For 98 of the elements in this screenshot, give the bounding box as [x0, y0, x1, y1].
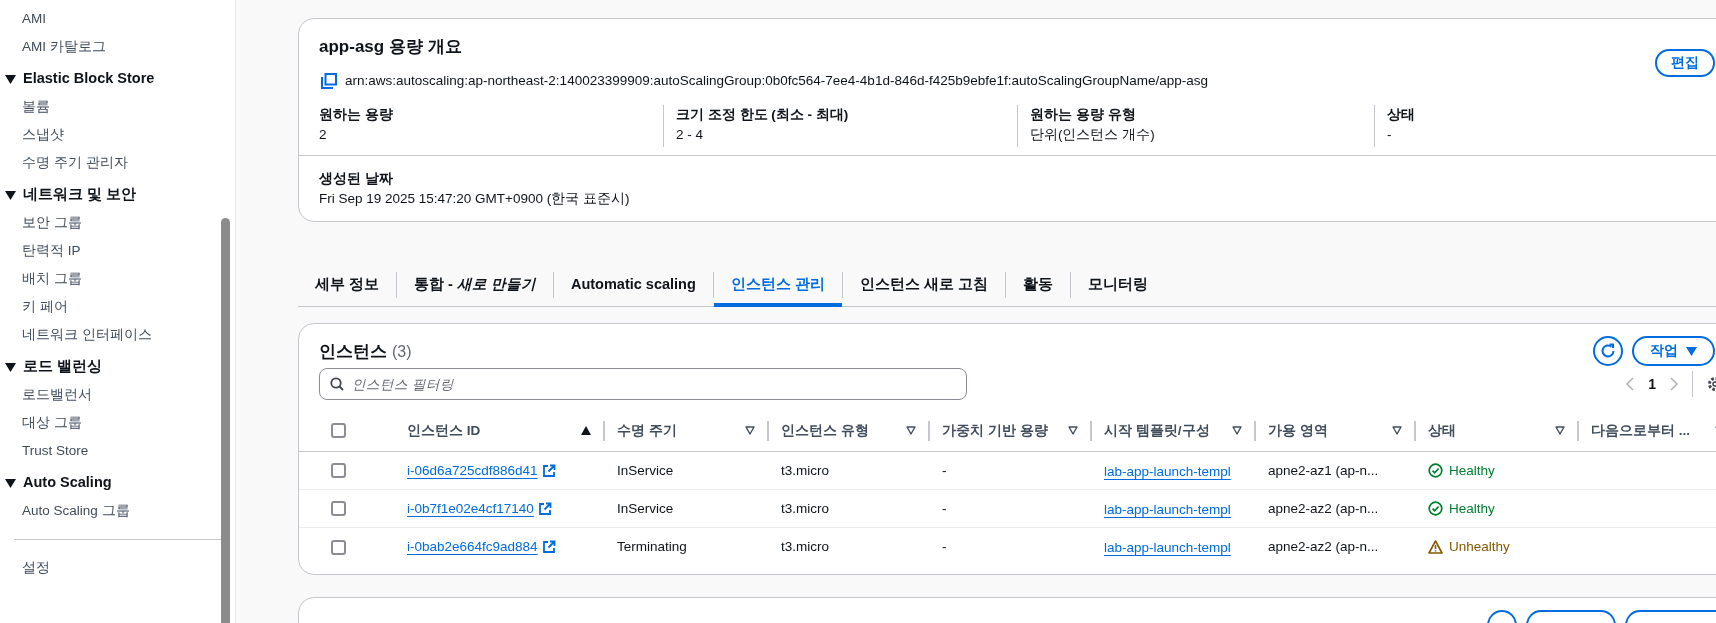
warning-icon [1428, 540, 1443, 555]
table-cell-text: apne2-az2 (ap-n... [1267, 499, 1380, 518]
item-count: (3) [392, 341, 412, 362]
check-circle-icon [1428, 463, 1443, 479]
instance-link[interactable]: i-06d6a725cdf886d41 [407, 460, 538, 481]
nav-link[interactable]: 키 페어 [0, 293, 235, 321]
card-title: app-asg 용량 개요 [319, 36, 462, 58]
search-icon [330, 377, 344, 392]
status-text: Unhealthy [1449, 538, 1510, 557]
field-value: Fri Sep 19 2025 15:47:20 GMT+0900 (한국 표준시) [319, 190, 631, 209]
sort-icon [1555, 426, 1565, 436]
checkbox[interactable] [331, 539, 346, 555]
table-cell-text: - [941, 461, 948, 480]
previous-page-icon [1626, 377, 1635, 392]
nav-link[interactable]: Trust Store [0, 437, 235, 465]
nav-link[interactable]: AMI [0, 5, 235, 33]
scrollbar-thumb[interactable] [221, 218, 230, 623]
table-cell-text: apne2-az2 (ap-n... [1267, 538, 1380, 557]
next-page-icon [1670, 377, 1678, 392]
column-header[interactable]: 인스턴스 ID [407, 420, 481, 441]
actions-button[interactable]: 작업 [1632, 336, 1715, 367]
tab[interactable]: 세부 정보 [298, 263, 397, 307]
field-value: 2 [319, 126, 328, 145]
column-header[interactable]: 수명 주기 [617, 420, 677, 441]
template-link[interactable]: lab-app-launch-templ [1104, 463, 1231, 479]
nav-link[interactable]: 네트워크 인터페이스 [0, 321, 235, 349]
tab[interactable]: 활동 [1005, 263, 1070, 307]
nav-link[interactable]: 로드밸런서 [0, 381, 235, 409]
table-cell-text: InService [616, 461, 675, 480]
nav-section-heading[interactable]: Elastic Block Store [23, 68, 155, 90]
instance-link[interactable]: i-0b7f1e02e4cf17140 [407, 498, 534, 519]
table-cell-text: Terminating [616, 538, 688, 557]
field-label: 원하는 용량 [319, 106, 394, 125]
column-header[interactable]: 다음으로부터 ... [1591, 420, 1690, 441]
sort-ascending-icon [581, 426, 591, 436]
caret-down-icon [1686, 346, 1697, 356]
nav-link[interactable]: 대상 그룹 [0, 409, 235, 437]
column-header[interactable]: 가용 영역 [1268, 420, 1328, 441]
status-text: Healthy [1449, 499, 1495, 518]
column-header[interactable]: 상태 [1428, 420, 1456, 441]
sort-icon [1232, 426, 1242, 436]
table-cell-text: t3.micro [780, 461, 830, 480]
field-value: 단위(인스턴스 개수) [1030, 126, 1156, 145]
external-link-icon [541, 463, 556, 478]
nav-section-heading[interactable]: Auto Scaling [23, 472, 112, 494]
arn-text: arn:aws:autoscaling:ap-northeast-2:140023399909:autoScalingGroup:0b0fc564-7ee4-4b1d-846d-f425b9ebfe1f:autoScalingGroupName/app-asg [345, 72, 1209, 90]
template-link[interactable]: lab-app-launch-templ [1104, 501, 1231, 517]
edit-button[interactable]: 편집 [1655, 49, 1715, 77]
sort-icon [745, 426, 755, 436]
column-header[interactable]: 시작 템플릿/구성 [1104, 420, 1210, 441]
nav-section-heading[interactable]: 로드 밸런싱 [23, 356, 103, 378]
nav-link[interactable]: 탄력적 IP [0, 237, 235, 265]
nav-link[interactable]: 볼륨 [0, 93, 235, 121]
instance-link[interactable]: i-0bab2e664fc9ad884 [407, 537, 538, 558]
nav-link[interactable]: 배치 그룹 [0, 265, 235, 293]
external-link-icon [541, 540, 556, 555]
filter-field[interactable]: 인스턴스 필터링 [319, 368, 967, 401]
table-cell-text: t3.micro [780, 538, 830, 557]
sort-icon [1392, 426, 1402, 436]
checkbox[interactable] [331, 501, 346, 517]
column-header[interactable]: 가중치 기반 용량 [942, 420, 1048, 441]
nav-link[interactable]: AMI 카탈로그 [0, 33, 235, 61]
field-value: 2 - 4 [676, 126, 704, 145]
nav-section-heading[interactable]: 네트워크 및 보안 [23, 184, 137, 206]
checkbox[interactable] [331, 463, 346, 479]
field-label: 원하는 용량 유형 [1030, 106, 1137, 125]
nav-link[interactable]: Auto Scaling 그룹 [0, 497, 235, 525]
nav-link[interactable]: 보안 그룹 [0, 209, 235, 237]
copy-icon [321, 73, 337, 90]
field-label: 상태 [1387, 106, 1416, 125]
field-value: - [1387, 126, 1393, 145]
external-link-icon [537, 501, 552, 516]
refresh-button[interactable] [1593, 336, 1623, 367]
table-cell-text: InService [616, 499, 675, 518]
nav-link[interactable]: 설정 [0, 554, 235, 582]
tab[interactable]: 모니터링 [1070, 263, 1165, 307]
card-title: 인스턴스 [319, 340, 387, 363]
nav-link[interactable]: 스냅샷 [0, 121, 235, 149]
field-label: 생성된 날짜 [319, 170, 394, 189]
table-cell-text: - [941, 538, 948, 557]
tab[interactable]: Automatic scaling [553, 263, 713, 307]
nav-link[interactable]: 수명 주기 관리자 [0, 149, 235, 177]
sort-icon [906, 426, 916, 436]
table-cell-text: t3.micro [780, 499, 830, 518]
sort-icon [1068, 426, 1078, 436]
template-link[interactable]: lab-app-launch-templ [1104, 540, 1231, 556]
tab[interactable]: 인스턴스 새로 고침 [842, 263, 1005, 307]
table-cell-text: apne2-az1 (ap-n... [1267, 461, 1380, 480]
refresh-icon [1600, 343, 1616, 360]
tab[interactable]: 통합 - 새로 만들기 [397, 263, 553, 307]
check-circle-icon [1428, 501, 1443, 517]
status-text: Healthy [1449, 461, 1495, 480]
page-number[interactable]: 1 [1648, 373, 1656, 395]
column-header[interactable]: 인스턴스 유형 [781, 420, 869, 441]
field-label: 크기 조정 한도 (최소 - 최대) [676, 106, 850, 125]
table-cell-text: - [941, 499, 948, 518]
checkbox[interactable] [331, 423, 346, 439]
tab[interactable]: 인스턴스 관리 [713, 263, 842, 307]
